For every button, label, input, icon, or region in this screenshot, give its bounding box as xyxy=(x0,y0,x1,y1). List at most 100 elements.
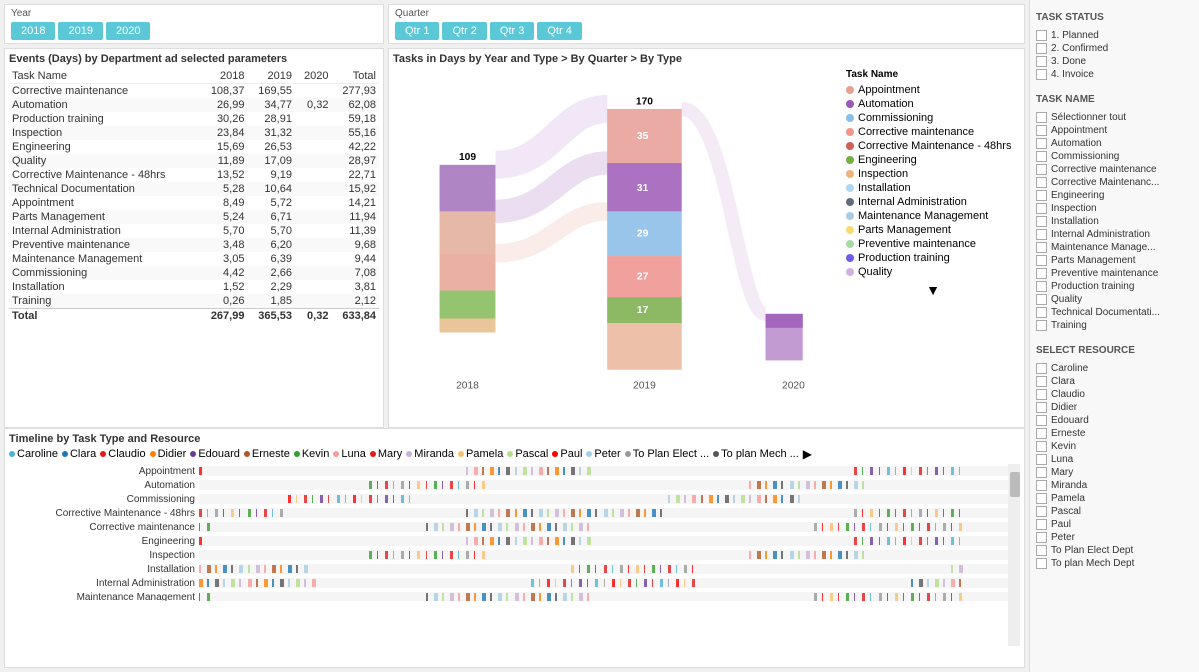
mini-bar xyxy=(353,495,356,503)
chart-legend: Task Name AppointmentAutomationCommissio… xyxy=(840,69,1020,419)
task-name-checkbox[interactable] xyxy=(1036,190,1047,201)
mini-bar xyxy=(434,481,437,489)
legend-label: Inspection xyxy=(858,168,908,180)
mini-bar xyxy=(531,537,533,545)
mini-bar xyxy=(579,467,581,475)
mini-bar xyxy=(959,565,963,573)
resource-checkbox[interactable] xyxy=(1036,454,1047,465)
scrollbar-vertical[interactable] xyxy=(1008,464,1020,646)
resource-item: Erneste xyxy=(1036,428,1193,439)
table-cell: Training xyxy=(9,294,200,309)
mini-bar xyxy=(377,495,378,503)
table-cell xyxy=(295,266,332,280)
resource-checkbox[interactable] xyxy=(1036,389,1047,400)
task-name-checkbox[interactable] xyxy=(1036,242,1047,253)
quarter-filter: Quarter Qtr 1 Qtr 2 Qtr 3 Qtr 4 xyxy=(388,4,1025,44)
task-name-checkbox[interactable] xyxy=(1036,151,1047,162)
mini-bar xyxy=(830,523,833,531)
resource-checkbox[interactable] xyxy=(1036,441,1047,452)
mini-bar xyxy=(466,537,468,545)
mini-bar xyxy=(458,551,459,559)
year-2018-btn[interactable]: 2018 xyxy=(11,22,55,40)
task-name-checkbox[interactable] xyxy=(1036,268,1047,279)
quarter-filter-label: Quarter xyxy=(395,8,1018,19)
task-name-label: Commissioning xyxy=(1051,151,1119,162)
scrollbar-thumb[interactable] xyxy=(1010,472,1020,497)
resource-checkbox[interactable] xyxy=(1036,506,1047,517)
resource-checkbox[interactable] xyxy=(1036,493,1047,504)
task-status-checkbox[interactable] xyxy=(1036,30,1047,41)
timeline-legend-scroll[interactable]: ▶ xyxy=(803,447,812,461)
mini-bar xyxy=(903,593,904,601)
mini-bar xyxy=(587,537,591,545)
year-2019-btn[interactable]: 2019 xyxy=(58,22,102,40)
task-name-checkbox[interactable] xyxy=(1036,112,1047,123)
mini-bar xyxy=(636,579,637,587)
task-status-checkbox[interactable] xyxy=(1036,69,1047,80)
resource-checkbox[interactable] xyxy=(1036,376,1047,387)
mini-bar xyxy=(199,523,200,531)
mini-bar xyxy=(717,495,719,503)
table-title: Events (Days) by Department ad selected … xyxy=(9,53,379,65)
task-name-checkbox[interactable] xyxy=(1036,255,1047,266)
mini-bar xyxy=(919,467,922,475)
year-filter: Year 2018 2019 2020 xyxy=(4,4,384,44)
mini-bar xyxy=(385,495,388,503)
mini-bar xyxy=(822,523,823,531)
task-name-checkbox[interactable] xyxy=(1036,177,1047,188)
legend-scroll-down[interactable]: ▼ xyxy=(846,282,1020,298)
qtr1-btn[interactable]: Qtr 1 xyxy=(395,22,439,40)
task-name-checkbox[interactable] xyxy=(1036,294,1047,305)
task-name-checkbox[interactable] xyxy=(1036,216,1047,227)
table-cell: Corrective Maintenance - 48hrs xyxy=(9,168,200,182)
mini-bar xyxy=(280,509,283,517)
mini-bar xyxy=(442,593,444,601)
table-cell: 11,94 xyxy=(331,210,379,224)
task-name-checkbox[interactable] xyxy=(1036,138,1047,149)
mini-bar xyxy=(870,467,873,475)
task-name-checkbox[interactable] xyxy=(1036,125,1047,136)
mini-bar xyxy=(870,523,871,531)
resource-checkbox[interactable] xyxy=(1036,428,1047,439)
qtr3-btn[interactable]: Qtr 3 xyxy=(490,22,534,40)
qtr2-btn[interactable]: Qtr 2 xyxy=(442,22,486,40)
mini-bar xyxy=(434,551,437,559)
task-name-checkbox[interactable] xyxy=(1036,320,1047,331)
mini-bar xyxy=(337,495,340,503)
table-row: Training0,261,852,12 xyxy=(9,294,379,309)
mini-bar xyxy=(539,579,540,587)
resource-checkbox[interactable] xyxy=(1036,519,1047,530)
mini-bar xyxy=(417,481,420,489)
mini-bar xyxy=(506,509,510,517)
table-row: Inspection23,8431,3255,16 xyxy=(9,126,379,140)
resource-checkbox[interactable] xyxy=(1036,467,1047,478)
year-2020-btn[interactable]: 2020 xyxy=(106,22,150,40)
qtr4-btn[interactable]: Qtr 4 xyxy=(537,22,581,40)
task-name-checkbox[interactable] xyxy=(1036,203,1047,214)
mini-bar xyxy=(676,579,679,587)
task-status-checkbox[interactable] xyxy=(1036,56,1047,67)
task-name-checkbox[interactable] xyxy=(1036,229,1047,240)
task-name-label: Automation xyxy=(1051,138,1102,149)
task-status-checkbox[interactable] xyxy=(1036,43,1047,54)
mini-bar xyxy=(426,523,428,531)
resource-checkbox[interactable] xyxy=(1036,480,1047,491)
mini-bar xyxy=(668,579,669,587)
resource-checkbox[interactable] xyxy=(1036,532,1047,543)
table-cell: 6,20 xyxy=(247,238,294,252)
resource-checkbox[interactable] xyxy=(1036,363,1047,374)
task-name-checkbox[interactable] xyxy=(1036,307,1047,318)
mini-bar xyxy=(830,481,832,489)
resource-label: Kevin xyxy=(1051,441,1076,452)
resource-color-dot xyxy=(552,451,558,457)
task-name-checkbox[interactable] xyxy=(1036,164,1047,175)
task-status-label: 4. Invoice xyxy=(1051,69,1094,80)
task-name-item: Sélectionner tout xyxy=(1036,112,1193,123)
resource-checkbox[interactable] xyxy=(1036,402,1047,413)
task-name-checkbox[interactable] xyxy=(1036,281,1047,292)
resource-item: Didier xyxy=(1036,402,1193,413)
resource-checkbox[interactable] xyxy=(1036,415,1047,426)
resource-checkbox[interactable] xyxy=(1036,558,1047,569)
resource-checkbox[interactable] xyxy=(1036,545,1047,556)
mini-bar xyxy=(854,593,855,601)
